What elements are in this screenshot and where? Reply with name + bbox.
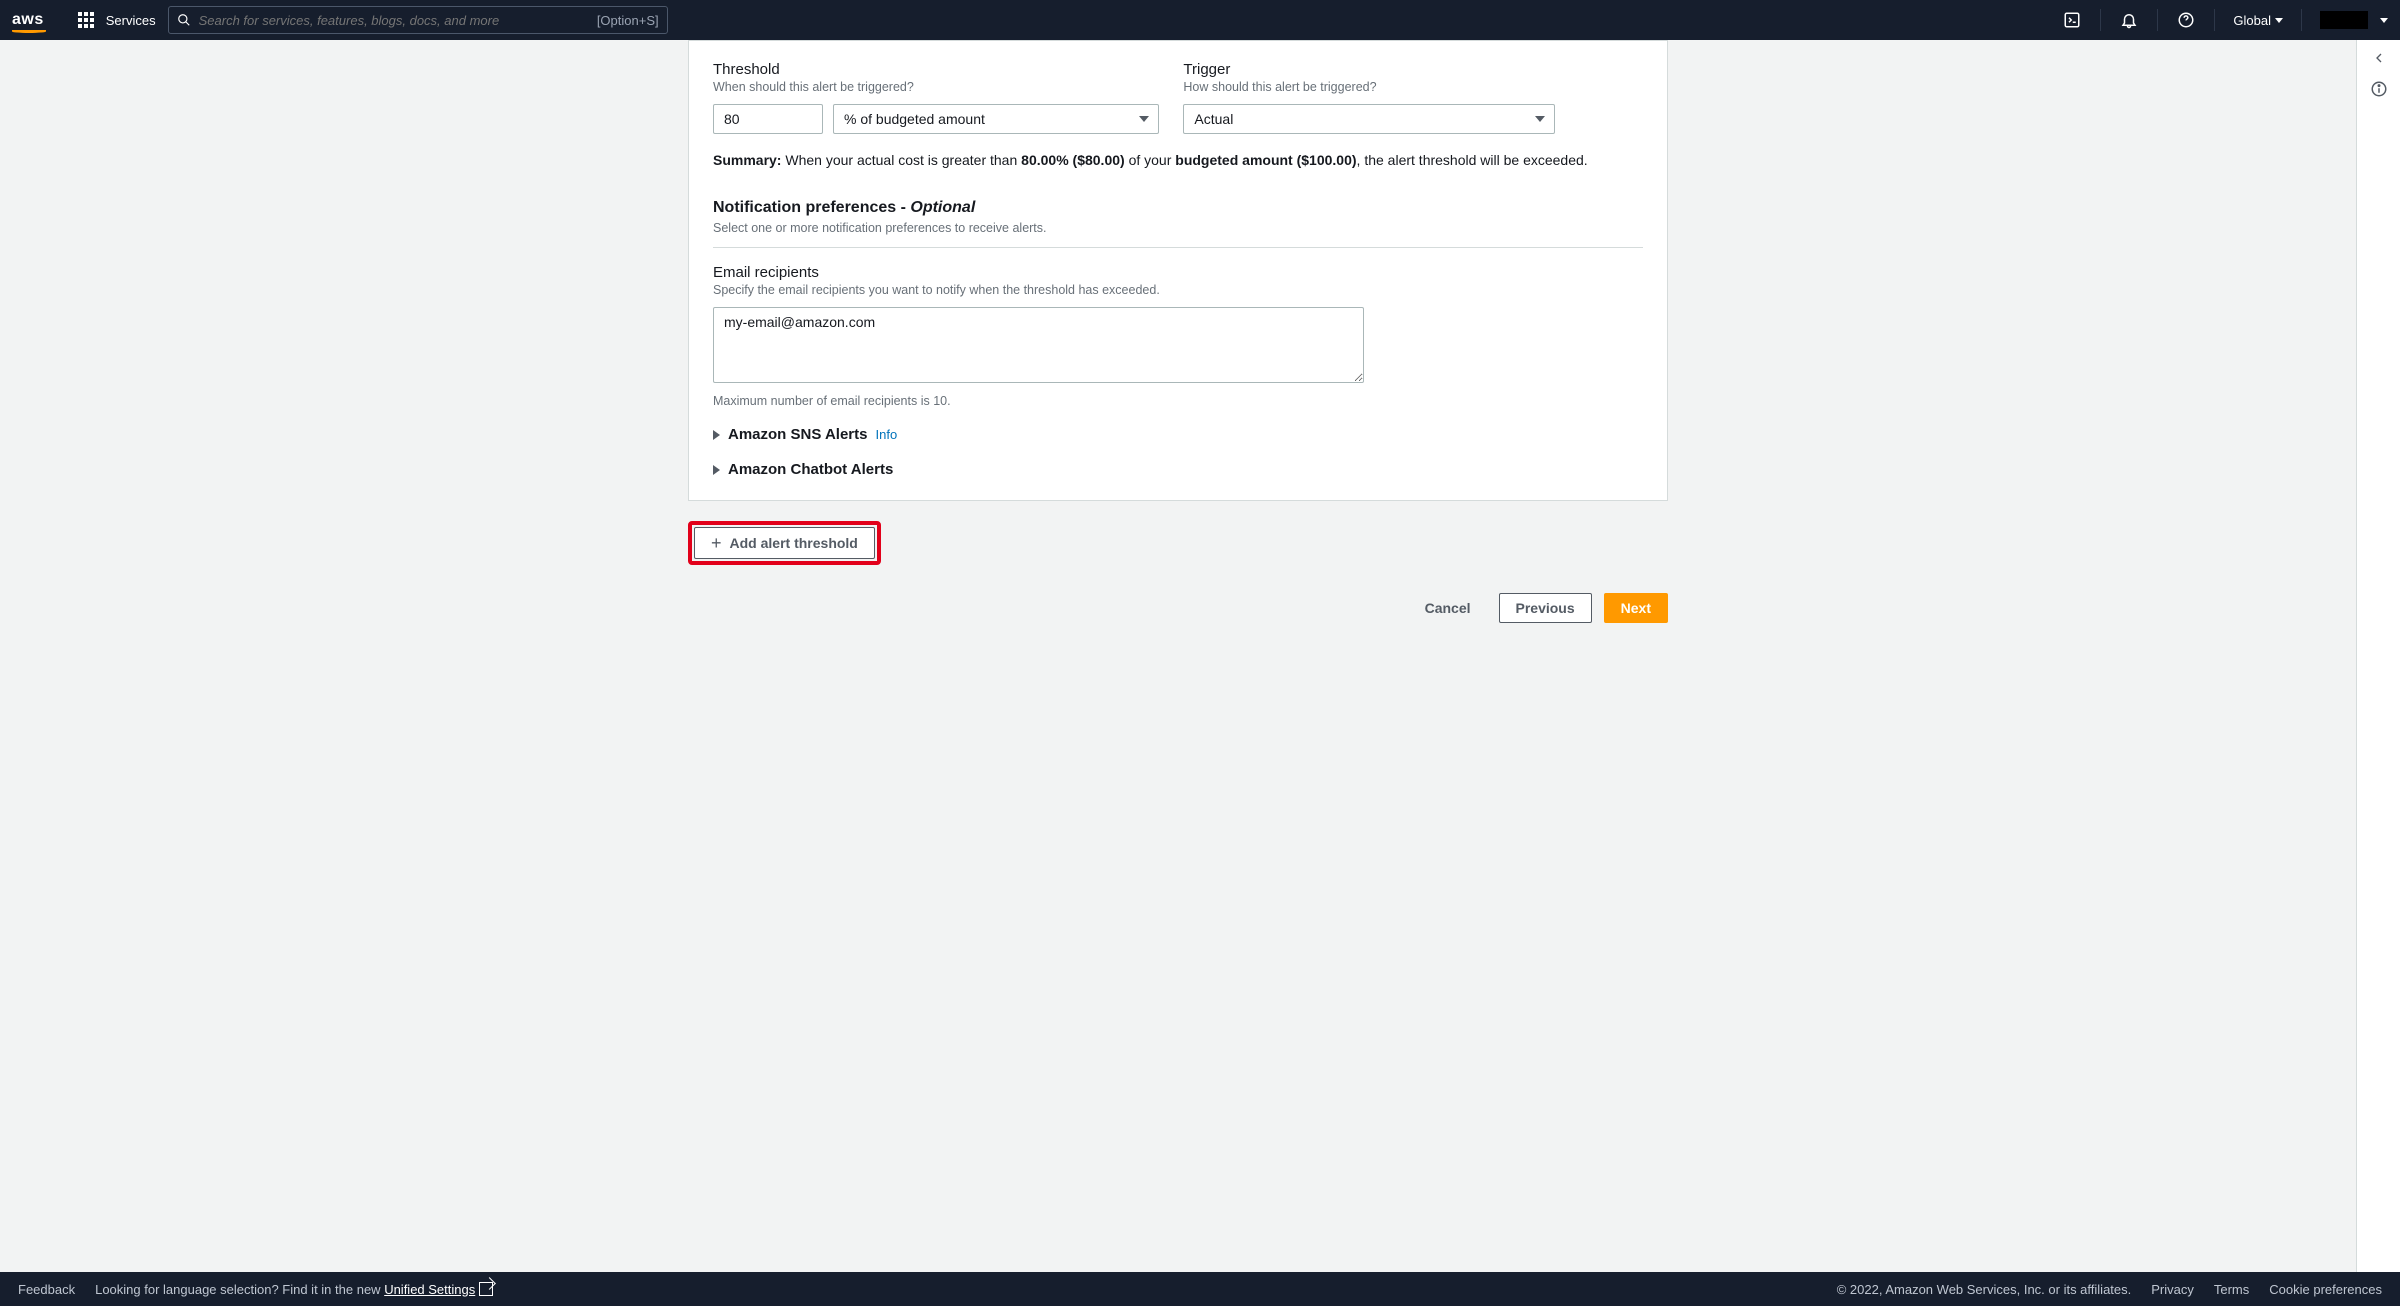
notification-preferences-heading: Notification preferences - Optional: [713, 199, 1643, 217]
triangle-right-icon: [713, 430, 720, 440]
sns-alerts-expander[interactable]: Amazon SNS Alerts Info: [713, 426, 1643, 443]
feedback-link[interactable]: Feedback: [18, 1282, 75, 1297]
add-alert-threshold-button[interactable]: + Add alert threshold: [694, 527, 875, 559]
aws-logo[interactable]: aws: [12, 11, 44, 29]
services-link[interactable]: Services: [106, 13, 156, 28]
wizard-actions: Cancel Previous Next: [688, 593, 1668, 623]
sns-info-link[interactable]: Info: [875, 427, 897, 442]
collapse-help-icon[interactable]: [2371, 50, 2387, 66]
trigger-sublabel: How should this alert be triggered?: [1183, 80, 1555, 94]
cloudshell-icon[interactable]: [2062, 10, 2082, 30]
divider: [713, 247, 1643, 248]
next-button[interactable]: Next: [1604, 593, 1668, 623]
threshold-sublabel: When should this alert be triggered?: [713, 80, 1159, 94]
services-grid-icon[interactable]: [78, 12, 94, 28]
account-menu[interactable]: [2320, 11, 2368, 29]
global-search[interactable]: [Option+S]: [168, 6, 668, 34]
threshold-label: Threshold: [713, 61, 1159, 78]
add-threshold-highlight: + Add alert threshold: [688, 521, 881, 565]
search-icon: [177, 13, 191, 27]
notifications-icon[interactable]: [2119, 10, 2139, 30]
trigger-select[interactable]: Actual: [1183, 104, 1555, 134]
threshold-unit-select[interactable]: % of budgeted amount: [833, 104, 1159, 134]
alert-config-card: Threshold When should this alert be trig…: [688, 40, 1668, 501]
privacy-link[interactable]: Privacy: [2151, 1282, 2194, 1297]
notification-preferences-sub: Select one or more notification preferen…: [713, 221, 1643, 235]
info-icon[interactable]: [2370, 80, 2388, 98]
top-navigation: aws Services [Option+S] Global: [0, 0, 2400, 40]
previous-button[interactable]: Previous: [1499, 593, 1592, 623]
plus-icon: +: [711, 534, 722, 552]
triangle-right-icon: [713, 465, 720, 475]
email-recipients-helper: Maximum number of email recipients is 10…: [713, 394, 1643, 408]
cookie-preferences-link[interactable]: Cookie preferences: [2269, 1282, 2382, 1297]
trigger-label: Trigger: [1183, 61, 1555, 78]
search-shortcut: [Option+S]: [597, 13, 659, 28]
caret-down-icon: [2275, 18, 2283, 23]
external-link-icon: [479, 1282, 493, 1296]
language-hint: Looking for language selection? Find it …: [95, 1282, 493, 1297]
main-workarea: Threshold When should this alert be trig…: [0, 40, 2400, 1272]
email-recipients-label: Email recipients: [713, 264, 1643, 281]
summary-text: Summary: When your actual cost is greate…: [713, 150, 1643, 171]
copyright: © 2022, Amazon Web Services, Inc. or its…: [1837, 1282, 2132, 1297]
help-icon[interactable]: [2176, 10, 2196, 30]
email-recipients-input[interactable]: my-email@amazon.com: [713, 307, 1364, 383]
chatbot-alerts-expander[interactable]: Amazon Chatbot Alerts: [713, 461, 1643, 478]
footer: Feedback Looking for language selection?…: [0, 1272, 2400, 1306]
threshold-value-input[interactable]: [713, 104, 823, 134]
help-panel-rail: [2356, 40, 2400, 1272]
caret-down-icon: [2380, 18, 2388, 23]
unified-settings-link[interactable]: Unified Settings: [384, 1282, 475, 1297]
terms-link[interactable]: Terms: [2214, 1282, 2249, 1297]
cancel-button[interactable]: Cancel: [1409, 594, 1487, 622]
region-selector[interactable]: Global: [2233, 13, 2283, 28]
search-input[interactable]: [199, 13, 589, 28]
email-recipients-sub: Specify the email recipients you want to…: [713, 283, 1643, 297]
